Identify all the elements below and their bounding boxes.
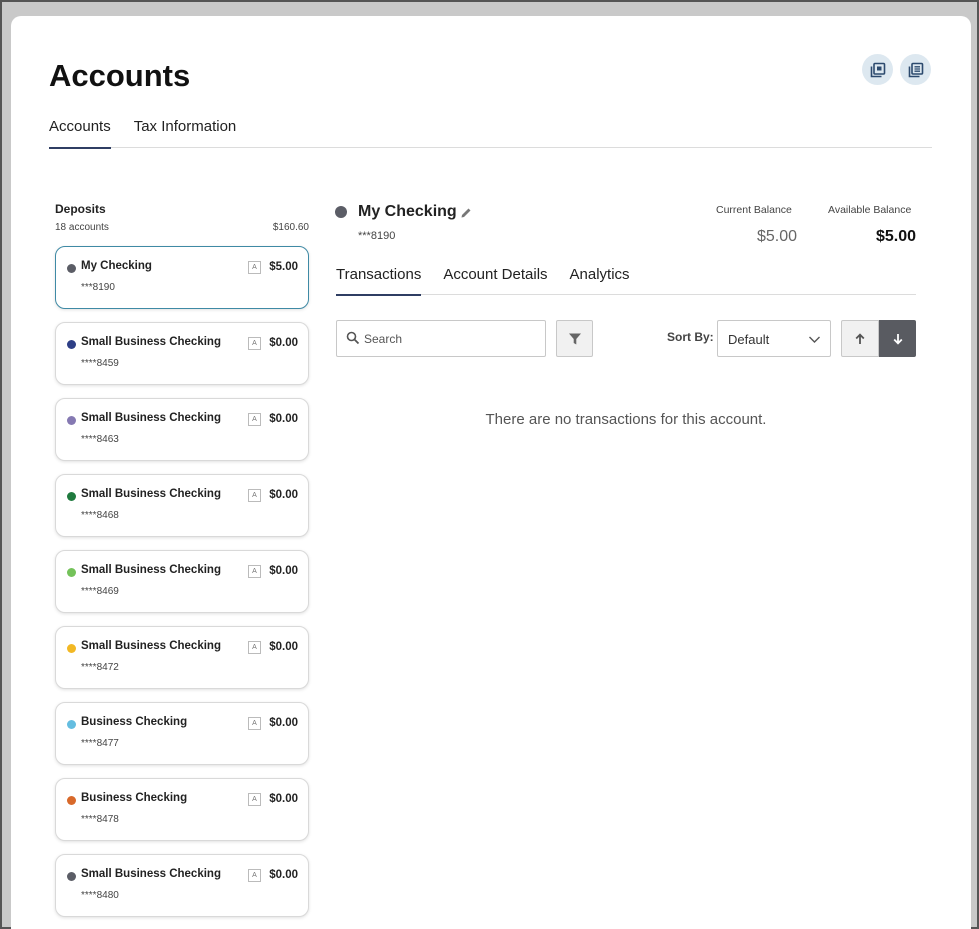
- account-amount: $0.00: [269, 489, 298, 501]
- account-name: Business Checking: [81, 792, 188, 804]
- account-number: ****8480: [81, 890, 119, 901]
- account-color-dot: [67, 492, 76, 501]
- detail-tabs: Transactions Account Details Analytics: [336, 266, 916, 296]
- account-number: ****8459: [81, 358, 119, 369]
- empty-transactions-message: There are no transactions for this accou…: [485, 411, 767, 428]
- tab-account-details[interactable]: Account Details: [443, 266, 547, 295]
- available-balance-label: Available Balance: [828, 204, 912, 216]
- account-number: ****8468: [81, 510, 119, 521]
- account-color-dot: [67, 416, 76, 425]
- edit-name-button[interactable]: [460, 206, 472, 224]
- account-card[interactable]: Business Checking ****8477 A $0.00: [55, 702, 309, 765]
- account-amount: $0.00: [269, 641, 298, 653]
- account-number: ***8190: [81, 282, 115, 293]
- sort-ascending-button[interactable]: [841, 320, 879, 357]
- account-name: My Checking: [81, 260, 152, 272]
- account-name: Small Business Checking: [81, 868, 221, 880]
- account-color-dot: [67, 340, 76, 349]
- tab-tax-information[interactable]: Tax Information: [134, 118, 237, 148]
- account-amount: $0.00: [269, 413, 298, 425]
- sort-selected-value: Default: [728, 332, 770, 347]
- deposits-group-title: Deposits: [55, 202, 106, 216]
- account-color-dot: [67, 264, 76, 273]
- deposits-account-count: 18 accounts: [55, 222, 109, 233]
- arrow-down-icon: [893, 333, 902, 345]
- account-number: ****8478: [81, 814, 119, 825]
- account-color-dot: [67, 644, 76, 653]
- top-tabs: Accounts Tax Information: [49, 118, 932, 149]
- account-color-dot: [67, 568, 76, 577]
- filter-icon: [568, 333, 581, 344]
- account-color-dot: [67, 872, 76, 881]
- sort-select[interactable]: Default: [717, 320, 831, 357]
- chevron-down-icon: [809, 336, 820, 343]
- account-card[interactable]: Small Business Checking ****8468 A $0.00: [55, 474, 309, 537]
- page-title: Accounts: [49, 58, 191, 93]
- account-amount: $0.00: [269, 793, 298, 805]
- export-button[interactable]: [862, 54, 893, 85]
- account-number: ****8469: [81, 586, 119, 597]
- account-card[interactable]: Small Business Checking ****8469 A $0.00: [55, 550, 309, 613]
- sort-by-label: Sort By:: [667, 330, 714, 344]
- current-balance-label: Current Balance: [716, 204, 792, 216]
- search-input[interactable]: [364, 329, 534, 349]
- account-name: Small Business Checking: [81, 640, 221, 652]
- sort-descending-button[interactable]: [879, 320, 916, 357]
- account-name: Small Business Checking: [81, 488, 221, 500]
- account-card[interactable]: Business Checking ****8478 A $0.00: [55, 778, 309, 841]
- account-amount: $0.00: [269, 337, 298, 349]
- account-amount: $0.00: [269, 717, 298, 729]
- account-number: ****8472: [81, 662, 119, 673]
- tab-analytics[interactable]: Analytics: [570, 266, 630, 295]
- account-card[interactable]: Small Business Checking ****8459 A $0.00: [55, 322, 309, 385]
- account-color-dot: [67, 720, 76, 729]
- account-name: Small Business Checking: [81, 412, 221, 424]
- detail-account-number: ***8190: [358, 230, 396, 242]
- account-color-dot: [67, 796, 76, 805]
- filter-button[interactable]: [556, 320, 593, 357]
- print-button[interactable]: [900, 54, 931, 85]
- account-name: Business Checking: [81, 716, 188, 728]
- tab-transactions[interactable]: Transactions: [336, 266, 422, 296]
- available-balance-value: $5.00: [875, 228, 916, 245]
- account-amount: $0.00: [269, 565, 298, 577]
- current-balance-value: $5.00: [756, 228, 797, 245]
- deposits-total: $160.60: [272, 222, 309, 233]
- account-number: ****8477: [81, 738, 119, 749]
- detail-account-name: My Checking: [358, 203, 457, 220]
- print-icon: [908, 62, 923, 77]
- export-icon: [870, 62, 885, 77]
- accounts-page: Accounts Accounts Tax Information Deposi…: [11, 16, 971, 929]
- pencil-icon: [461, 208, 471, 218]
- account-card[interactable]: Small Business Checking ****8463 A $0.00: [55, 398, 309, 461]
- account-amount: $5.00: [269, 261, 298, 273]
- account-card[interactable]: Small Business Checking ****8480 A $0.00: [55, 854, 309, 917]
- screen-frame: Accounts Accounts Tax Information Deposi…: [0, 0, 979, 929]
- tab-accounts[interactable]: Accounts: [49, 118, 111, 149]
- account-name: Small Business Checking: [81, 336, 221, 348]
- account-amount: $0.00: [269, 869, 298, 881]
- search-icon: [346, 331, 360, 345]
- detail-color-dot: [335, 206, 347, 218]
- account-card[interactable]: Small Business Checking ****8472 A $0.00: [55, 626, 309, 689]
- transaction-search: [336, 320, 546, 357]
- account-number: ****8463: [81, 434, 119, 445]
- arrow-up-icon: [855, 332, 865, 344]
- account-card[interactable]: My Checking ***8190 A $5.00: [55, 246, 309, 309]
- account-name: Small Business Checking: [81, 564, 221, 576]
